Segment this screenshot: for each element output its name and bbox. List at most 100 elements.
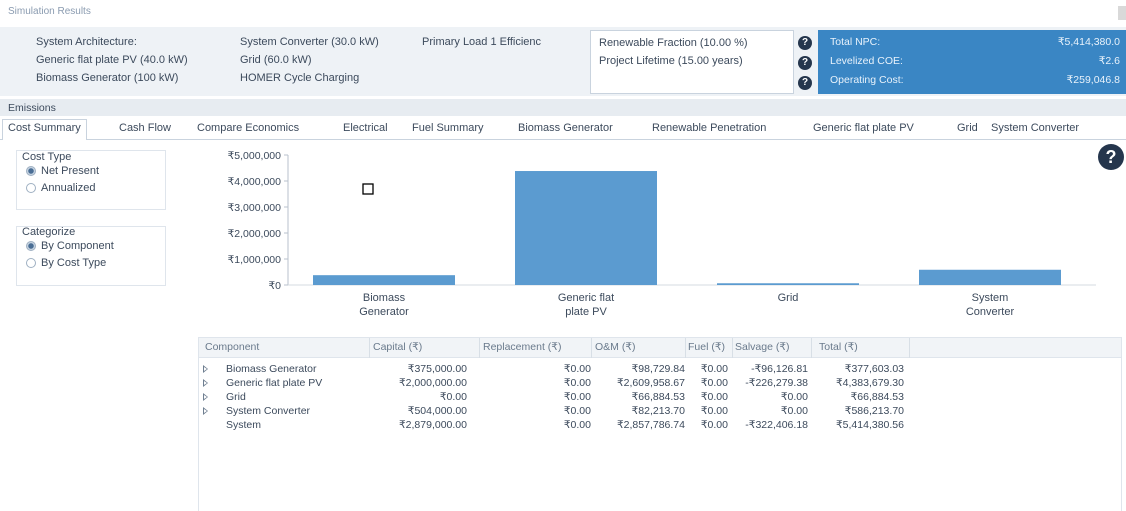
help-icon[interactable]: ? xyxy=(1098,144,1124,170)
architecture-item: Grid (60.0 kW) xyxy=(240,54,312,66)
column-header[interactable]: Capital (₹) xyxy=(373,341,422,353)
option-label: By Component xyxy=(41,240,114,252)
column-divider[interactable] xyxy=(369,338,370,358)
table-cell: ₹377,603.03 xyxy=(844,363,904,375)
table-cell: ₹2,000,000.00 xyxy=(399,377,467,389)
table-cell: ₹0.00 xyxy=(700,419,728,431)
column-header[interactable]: Replacement (₹) xyxy=(483,341,561,353)
cost-type-net-present[interactable]: Net Present xyxy=(26,165,99,180)
x-tick-label: Converter xyxy=(966,306,1015,318)
y-tick-label: ₹5,000,000 xyxy=(228,150,282,162)
bar[interactable] xyxy=(313,275,455,285)
cursor-marker-icon xyxy=(362,183,374,195)
column-divider[interactable] xyxy=(685,338,686,358)
architecture-item: Biomass Generator (100 kW) xyxy=(36,72,179,84)
table-row[interactable]: Biomass Generator ₹375,000.00 ₹0.00 ₹98,729… xyxy=(199,363,1121,376)
table-cell: -₹226,279.38 xyxy=(745,377,808,389)
categorize-by-component[interactable]: By Component xyxy=(26,240,114,255)
categorize-group: Categorize By Component By Cost Type xyxy=(22,226,114,272)
architecture-item: Generic flat plate PV (40.0 kW) xyxy=(36,54,188,66)
architecture-item: System Converter (30.0 kW) xyxy=(240,36,379,48)
table-cell: ₹82,213.70 xyxy=(631,405,685,417)
categorize-by-cost-type[interactable]: By Cost Type xyxy=(26,257,114,272)
column-header[interactable]: Salvage (₹) xyxy=(735,341,790,353)
y-tick-label: ₹2,000,000 xyxy=(228,228,282,240)
column-header[interactable]: O&M (₹) xyxy=(595,341,636,353)
option-label: Net Present xyxy=(41,165,100,177)
table-cell: ₹0.00 xyxy=(700,377,728,389)
column-header[interactable]: Fuel (₹) xyxy=(688,341,725,353)
x-tick-label: Biomass xyxy=(363,292,406,304)
x-tick-label: System xyxy=(972,292,1009,304)
tab-electrical[interactable]: Electrical xyxy=(343,122,388,134)
y-tick-label: ₹4,000,000 xyxy=(228,176,282,188)
radio-empty-icon[interactable] xyxy=(26,183,36,193)
radio-selected-icon[interactable] xyxy=(26,241,36,251)
table-cell: Biomass Generator xyxy=(226,363,317,375)
table-cell: System xyxy=(226,419,262,431)
tab-compare-economics[interactable]: Compare Economics xyxy=(197,122,299,134)
total-npc-label: Total NPC: xyxy=(830,36,881,48)
architecture-item: HOMER Cycle Charging xyxy=(240,72,360,84)
column-divider[interactable] xyxy=(732,338,733,358)
expand-arrow-icon[interactable] xyxy=(203,393,208,401)
column-divider[interactable] xyxy=(811,338,812,358)
levelized-coe-label: Levelized COE: xyxy=(830,55,903,67)
column-divider[interactable] xyxy=(909,338,910,358)
total-npc-value: ₹5,414,380.0 xyxy=(1057,36,1120,48)
option-label: Annualized xyxy=(41,182,96,194)
bar[interactable] xyxy=(919,269,1061,285)
table-row[interactable]: Grid ₹0.00 ₹0.00 ₹66,884.53 ₹0.00 ₹0.00 ₹66,88… xyxy=(199,391,1121,404)
tab-renewable-penetration[interactable]: Renewable Penetration xyxy=(652,122,766,134)
table-cell: ₹375,000.00 xyxy=(407,363,467,375)
tab-grid[interactable]: Grid xyxy=(957,122,978,134)
cost-type-group: Cost Type Net Present Annualized xyxy=(22,151,99,197)
table-cell: ₹4,383,679.30 xyxy=(836,377,904,389)
help-icon[interactable]: ? xyxy=(798,76,812,90)
bar[interactable] xyxy=(515,171,657,285)
column-divider[interactable] xyxy=(591,338,592,358)
table-cell: ₹66,884.53 xyxy=(850,391,904,403)
tab-fuel-summary[interactable]: Fuel Summary xyxy=(412,122,484,134)
tab-bar: Cost Summary Cash Flow Compare Economics… xyxy=(0,118,1126,140)
table-row[interactable]: System Converter ₹504,000.00 ₹0.00 ₹82,213.… xyxy=(199,405,1121,418)
emissions-tab[interactable]: Emissions xyxy=(0,99,1126,116)
tab-cash-flow[interactable]: Cash Flow xyxy=(119,122,171,134)
expand-arrow-icon[interactable] xyxy=(203,407,208,415)
expand-arrow-icon[interactable] xyxy=(203,379,208,387)
table-cell: System Converter xyxy=(226,405,311,417)
help-icon[interactable]: ? xyxy=(798,56,812,70)
table-cell: ₹66,884.53 xyxy=(631,391,685,403)
tab-generic-flat-plate-pv[interactable]: Generic flat plate PV xyxy=(813,122,914,134)
table-cell: ₹0.00 xyxy=(563,405,591,417)
bar[interactable] xyxy=(717,283,859,285)
table-cell: ₹5,414,380.56 xyxy=(836,419,904,431)
column-header[interactable]: Total (₹) xyxy=(819,341,858,353)
x-tick-label: plate PV xyxy=(565,306,607,318)
radio-empty-icon[interactable] xyxy=(26,258,36,268)
help-icon[interactable]: ? xyxy=(798,36,812,50)
table-cell: ₹586,213.70 xyxy=(844,405,904,417)
expand-arrow-icon[interactable] xyxy=(203,365,208,373)
table-cell: ₹2,609,958.67 xyxy=(617,377,685,389)
cost-bar-chart: ₹0 ₹1,000,000 ₹2,000,000 ₹3,000,000 ₹4,000,0… xyxy=(228,150,1096,318)
tab-system-converter[interactable]: System Converter xyxy=(991,122,1079,134)
levelized-coe-value: ₹2.6 xyxy=(1098,55,1120,67)
table-row[interactable]: Generic flat plate PV ₹2,000,000.00 ₹0.00 ₹… xyxy=(199,377,1121,390)
table-row[interactable]: System ₹2,879,000.00 ₹0.00 ₹2,857,786.74 ₹0.… xyxy=(199,419,1121,432)
column-header[interactable]: Component xyxy=(205,341,259,353)
window-corner-button[interactable] xyxy=(1118,6,1126,20)
table-cell: ₹0.00 xyxy=(563,419,591,431)
table-cell: ₹98,729.84 xyxy=(631,363,685,375)
categorize-title: Categorize xyxy=(22,226,76,238)
cost-type-annualized[interactable]: Annualized xyxy=(26,182,99,197)
table-cell: ₹0.00 xyxy=(700,363,728,375)
project-lifetime: Project Lifetime (15.00 years) xyxy=(599,55,743,67)
tab-biomass-generator[interactable]: Biomass Generator xyxy=(518,122,613,134)
radio-selected-icon[interactable] xyxy=(26,166,36,176)
y-tick-label: ₹0 xyxy=(268,280,281,292)
table-cell: ₹0.00 xyxy=(700,405,728,417)
tab-cost-summary[interactable]: Cost Summary xyxy=(2,119,87,140)
column-divider[interactable] xyxy=(479,338,480,358)
table-cell: ₹2,857,786.74 xyxy=(617,419,685,431)
